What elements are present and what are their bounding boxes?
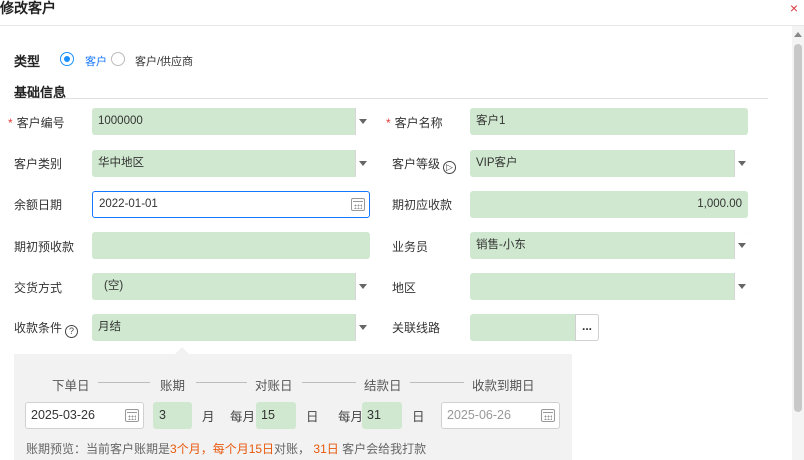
statement-day-value: 15	[261, 408, 275, 422]
delivery-method-select[interactable]: (空)	[92, 273, 369, 300]
month-unit-label: 月	[202, 410, 215, 424]
step-connector	[196, 382, 247, 383]
delivery-method-value: (空)	[104, 280, 124, 292]
step-due-date: 收款到期日	[472, 379, 535, 393]
close-icon[interactable]: ×	[790, 1, 798, 15]
balance-date-value: 2022-01-01	[99, 198, 158, 210]
required-mark: *	[386, 116, 391, 130]
due-date-value: 2025-06-26	[447, 408, 511, 422]
customer-level-label: 客户等级 ▷	[392, 157, 457, 174]
customer-name-input[interactable]: 客户1	[470, 108, 748, 135]
chevron-down-icon[interactable]	[355, 314, 369, 341]
statement-day-input[interactable]: 15	[256, 402, 296, 429]
every-month-label-2: 每月	[338, 410, 364, 424]
dialog-title: 修改客户	[0, 0, 56, 16]
settle-day-value: 31	[367, 408, 381, 422]
related-route-label: 关联线路	[392, 321, 441, 335]
initial-prepaid-input[interactable]	[92, 232, 370, 259]
salesperson-value: 销售-小东	[476, 239, 526, 251]
calendar-icon[interactable]	[125, 409, 139, 422]
customer-category-label: 客户类别	[14, 157, 63, 171]
calendar-icon[interactable]	[541, 409, 555, 422]
due-date-input[interactable]: 2025-06-26	[441, 402, 560, 429]
step-period: 账期	[160, 379, 186, 393]
chevron-down-icon[interactable]	[734, 273, 748, 300]
initial-prepaid-label: 期初预收款	[14, 240, 75, 254]
chevron-down-icon[interactable]	[734, 232, 748, 259]
customer-name-label: * 客户名称	[386, 116, 443, 130]
step-connector	[410, 382, 464, 383]
scroll-thumb[interactable]	[794, 44, 802, 412]
salesperson-select[interactable]: 销售-小东	[470, 232, 748, 259]
initial-receivable-value: 1,000.00	[697, 198, 742, 210]
step-connector	[302, 382, 356, 383]
customer-level-value: VIP客户	[476, 157, 518, 169]
vertical-scrollbar[interactable]	[792, 26, 804, 460]
preview-highlight-period: 3个月，每个月15日	[170, 442, 275, 456]
order-date-input[interactable]: 2025-03-26	[25, 402, 144, 429]
customer-category-select[interactable]: 华中地区	[92, 150, 369, 177]
calendar-icon[interactable]	[351, 198, 365, 211]
balance-date-label: 余额日期	[14, 198, 63, 212]
chevron-down-icon[interactable]	[355, 150, 369, 177]
region-select[interactable]	[470, 273, 748, 300]
every-month-label-1: 每月	[230, 410, 256, 424]
help-icon[interactable]: ?	[65, 325, 79, 338]
radio-customer-supplier[interactable]	[111, 52, 125, 66]
chevron-down-icon[interactable]	[734, 150, 748, 177]
balance-date-input[interactable]: 2022-01-01	[92, 191, 370, 218]
step-settle-day: 结款日	[364, 379, 402, 393]
period-preview-text: 账期预览：当前客户账期是3个月，每个月15日对账， 31日 客户会给我打款	[26, 440, 426, 457]
order-date-value: 2025-03-26	[31, 408, 95, 422]
step-order-date: 下单日	[52, 379, 90, 393]
delivery-method-label: 交货方式	[14, 281, 63, 295]
day-unit-label-1: 日	[306, 410, 319, 424]
step-statement-day: 对账日	[255, 379, 293, 393]
step-connector	[98, 382, 150, 383]
more-options-button[interactable]: ...	[575, 314, 599, 341]
chevron-down-icon[interactable]	[355, 273, 369, 300]
dialog-title-bar: 修改客户 ×	[0, 0, 804, 26]
region-label: 地区	[392, 281, 417, 295]
customer-code-value: 1000000	[98, 115, 143, 127]
radio-customer[interactable]	[60, 52, 74, 66]
type-label: 类型	[14, 54, 41, 69]
salesperson-label: 业务员	[392, 240, 429, 254]
payment-terms-value: 月结	[98, 321, 121, 333]
radio-customer-supplier-label[interactable]: 客户/供应商	[135, 53, 193, 69]
customer-category-value: 华中地区	[98, 157, 144, 169]
scroll-up-arrow-icon[interactable]	[794, 32, 802, 37]
day-unit-label-2: 日	[412, 410, 425, 424]
radio-customer-label[interactable]: 客户	[85, 53, 107, 69]
customer-code-field[interactable]: 1000000	[92, 108, 369, 135]
payment-terms-label: 收款条件?	[14, 321, 79, 338]
chevron-down-icon[interactable]	[355, 108, 369, 135]
section-divider	[14, 98, 768, 99]
settle-day-input[interactable]: 31	[362, 402, 402, 429]
customer-level-select[interactable]: VIP客户	[470, 150, 748, 177]
period-months-value: 3	[159, 408, 166, 422]
preview-mid: 对账，	[274, 442, 311, 456]
preview-prefix: 账期预览：当前客户账期是	[26, 442, 171, 456]
preview-suffix: 客户会给我打款	[342, 442, 427, 456]
initial-receivable-label: 期初应收款	[392, 198, 453, 212]
play-circle-icon[interactable]: ▷	[443, 161, 457, 174]
required-mark: *	[8, 116, 13, 130]
customer-name-value: 客户1	[476, 115, 506, 127]
period-months-input[interactable]: 3	[153, 402, 192, 429]
related-route-input[interactable]: ...	[470, 314, 599, 341]
payment-terms-select[interactable]: 月结	[92, 314, 369, 341]
initial-receivable-input[interactable]: 1,000.00	[470, 191, 748, 218]
preview-highlight-day: 31日	[313, 442, 339, 456]
customer-code-label: * 客户编号	[8, 116, 65, 130]
